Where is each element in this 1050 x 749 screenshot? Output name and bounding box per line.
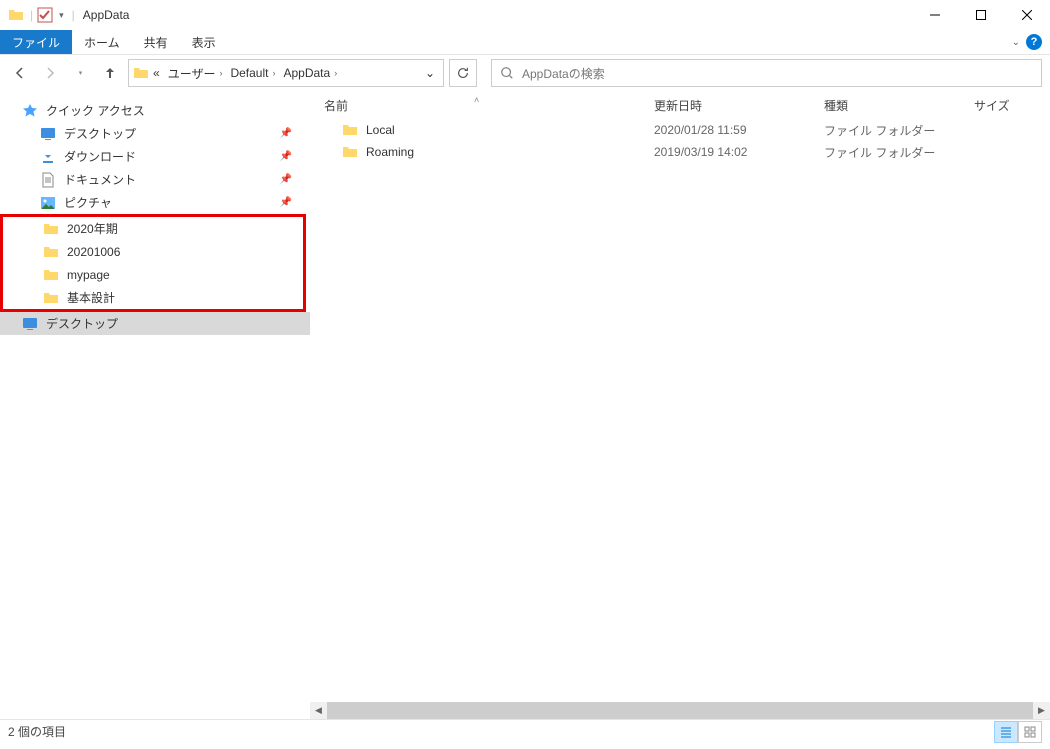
folder-icon xyxy=(8,7,24,23)
folder-icon xyxy=(43,290,59,306)
address-bar[interactable]: « ユーザー› Default› AppData› ⌄ xyxy=(128,59,444,87)
tab-share[interactable]: 共有 xyxy=(132,30,180,54)
sidebar-quick-access[interactable]: クイック アクセス xyxy=(0,99,310,122)
scroll-left-icon[interactable]: ◀ xyxy=(310,702,327,719)
document-icon xyxy=(40,172,56,188)
sidebar: クイック アクセス デスクトップ 📌 ダウンロード 📌 ドキュメント 📌 ピクチ… xyxy=(0,91,310,719)
search-input[interactable]: AppDataの検索 xyxy=(491,59,1042,87)
tab-home[interactable]: ホーム xyxy=(72,30,132,54)
minimize-button[interactable] xyxy=(912,0,958,30)
sort-indicator-icon: ˄ xyxy=(474,95,479,105)
col-size[interactable]: サイズ xyxy=(974,97,1050,114)
col-name[interactable]: 名前˄ xyxy=(324,97,654,114)
qat-dropdown-icon[interactable]: ▾ xyxy=(59,10,64,21)
ribbon: ファイル ホーム 共有 表示 ⌄ ? xyxy=(0,30,1050,55)
scroll-right-icon[interactable]: ▶ xyxy=(1033,702,1050,719)
ribbon-expand-icon[interactable]: ⌄ xyxy=(1012,37,1020,48)
help-icon[interactable]: ? xyxy=(1026,34,1042,50)
search-placeholder: AppDataの検索 xyxy=(522,65,605,82)
col-type[interactable]: 種類 xyxy=(824,97,974,114)
folder-icon xyxy=(342,122,358,138)
breadcrumb-item[interactable]: AppData› xyxy=(279,66,341,80)
pin-icon: 📌 xyxy=(280,151,292,162)
desktop-icon xyxy=(40,126,56,142)
close-button[interactable] xyxy=(1004,0,1050,30)
download-icon xyxy=(40,149,56,165)
sidebar-item-documents[interactable]: ドキュメント 📌 xyxy=(0,168,310,191)
view-details-button[interactable] xyxy=(994,721,1018,743)
status-text: 2 個の項目 xyxy=(8,723,66,740)
sidebar-item-folder[interactable]: mypage xyxy=(3,263,303,286)
breadcrumb-prefix[interactable]: « xyxy=(149,66,164,80)
pin-icon: 📌 xyxy=(280,197,292,208)
window-title: AppData xyxy=(83,8,130,22)
forward-button[interactable] xyxy=(38,61,62,85)
nav-row: ▾ « ユーザー› Default› AppData› ⌄ AppDataの検索 xyxy=(0,55,1050,91)
star-icon xyxy=(22,103,38,119)
recent-dropdown[interactable]: ▾ xyxy=(68,61,92,85)
status-bar: 2 個の項目 xyxy=(0,719,1050,743)
sidebar-item-folder[interactable]: 基本設計 xyxy=(3,286,303,309)
tab-file[interactable]: ファイル xyxy=(0,30,72,54)
pin-icon: 📌 xyxy=(280,128,292,139)
address-dropdown-icon[interactable]: ⌄ xyxy=(425,66,435,80)
highlighted-region: 2020年期 20201006 mypage 基本設計 xyxy=(0,214,306,312)
sidebar-item-folder[interactable]: 2020年期 xyxy=(3,217,303,240)
maximize-button[interactable] xyxy=(958,0,1004,30)
file-row[interactable]: Roaming 2019/03/19 14:02 ファイル フォルダー xyxy=(310,141,1050,163)
separator: | xyxy=(72,8,75,22)
view-icons-button[interactable] xyxy=(1018,721,1042,743)
back-button[interactable] xyxy=(8,61,32,85)
separator: | xyxy=(30,8,33,22)
title-bar: | ▾ | AppData xyxy=(0,0,1050,30)
folder-icon xyxy=(342,144,358,160)
pin-icon: 📌 xyxy=(280,174,292,185)
file-area: 名前˄ 更新日時 種類 サイズ Local 2020/01/28 11:59 フ… xyxy=(310,91,1050,719)
breadcrumb-item[interactable]: Default› xyxy=(226,66,279,80)
search-icon xyxy=(500,66,514,80)
desktop-icon xyxy=(22,316,38,332)
folder-icon xyxy=(133,65,149,81)
scroll-thumb[interactable] xyxy=(327,702,1033,719)
folder-icon xyxy=(43,221,59,237)
picture-icon xyxy=(40,195,56,211)
refresh-button[interactable] xyxy=(449,59,477,87)
column-headers[interactable]: 名前˄ 更新日時 種類 サイズ xyxy=(310,91,1050,119)
up-button[interactable] xyxy=(98,61,122,85)
horizontal-scrollbar[interactable]: ◀ ▶ xyxy=(310,702,1050,719)
checkbox-icon[interactable] xyxy=(37,7,53,23)
breadcrumb-item[interactable]: ユーザー› xyxy=(164,65,227,82)
sidebar-item-desktop-root[interactable]: デスクトップ xyxy=(0,312,310,335)
tab-view[interactable]: 表示 xyxy=(180,30,228,54)
sidebar-item-folder[interactable]: 20201006 xyxy=(3,240,303,263)
file-row[interactable]: Local 2020/01/28 11:59 ファイル フォルダー xyxy=(310,119,1050,141)
folder-icon xyxy=(43,267,59,283)
folder-icon xyxy=(43,244,59,260)
sidebar-item-pictures[interactable]: ピクチャ 📌 xyxy=(0,191,310,214)
col-date[interactable]: 更新日時 xyxy=(654,97,824,114)
sidebar-item-desktop[interactable]: デスクトップ 📌 xyxy=(0,122,310,145)
sidebar-item-downloads[interactable]: ダウンロード 📌 xyxy=(0,145,310,168)
